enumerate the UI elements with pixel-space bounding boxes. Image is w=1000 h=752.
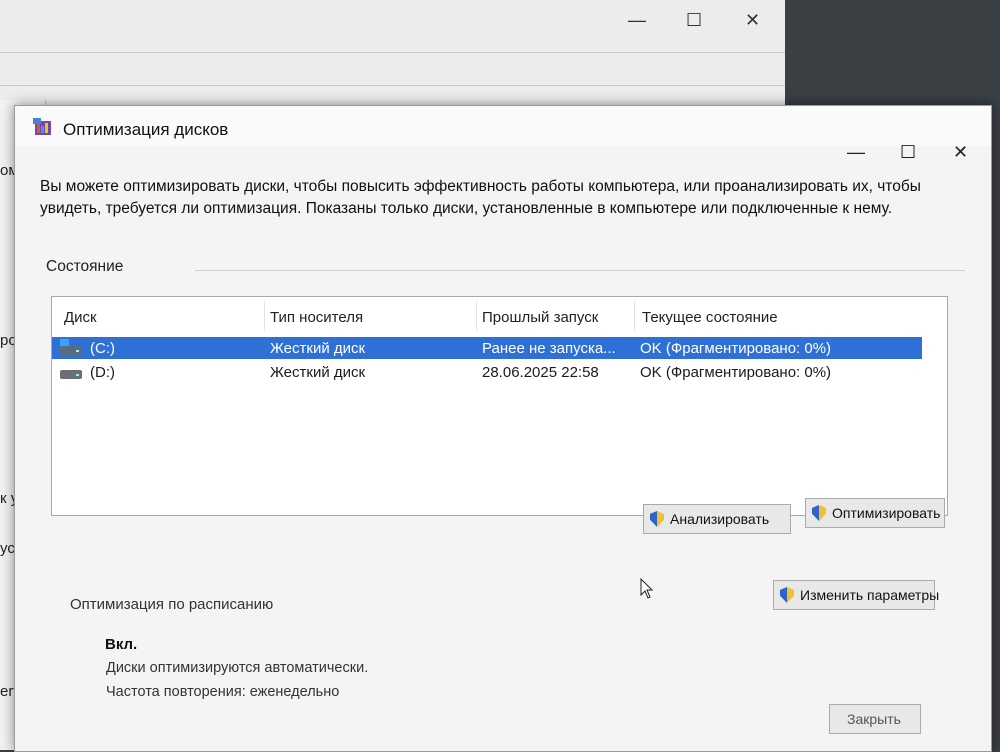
drive-row-c[interactable]: (C:) Жесткий диск Ранее не запуска... OK… [52,337,922,359]
column-separator[interactable] [634,301,635,331]
column-header-drive[interactable]: Диск [64,309,97,326]
drive-media-type: Жесткий диск [270,340,366,357]
dialog-titlebar: Оптимизация дисков [15,106,991,146]
background-minimize-button[interactable]: — [628,10,646,31]
schedule-frequency: Частота повторения: еженедельно [106,684,340,700]
dialog-title: Оптимизация дисков [63,120,229,139]
drive-last-run: Ранее не запуска... [482,340,616,357]
optimize-button-label: Оптимизировать [832,505,941,521]
schedule-status: Вкл. [105,636,138,653]
background-window-divider [0,85,785,86]
close-button[interactable]: Закрыть [829,704,921,734]
change-settings-button[interactable]: Изменить параметры [773,580,939,610]
close-button-label: Закрыть [847,711,901,727]
minimize-button[interactable]: — [847,142,865,163]
background-maximize-button[interactable]: ☐ [686,10,702,31]
defrag-app-icon [33,118,51,135]
optimize-drives-dialog: Оптимизация дисков — ☐ ✕ Вы можете оптим… [14,105,992,752]
drive-name: (C:) [90,340,115,357]
section-divider [195,270,965,271]
drive-last-run: 28.06.2025 22:58 [482,364,599,381]
background-close-button[interactable]: ✕ [745,10,760,31]
background-window-divider [0,52,785,53]
uac-shield-icon [650,511,664,527]
column-header-media-type[interactable]: Тип носителя [270,309,363,326]
change-settings-button-label: Изменить параметры [800,587,940,603]
drive-media-type: Жесткий диск [270,364,366,381]
maximize-button[interactable]: ☐ [900,142,916,163]
drive-status: OK (Фрагментировано: 0%) [640,364,832,381]
list-header: Диск Тип носителя Прошлый запуск Текущее… [52,297,947,331]
drive-status: OK (Фрагментировано: 0%) [640,340,832,357]
schedule-description: Диски оптимизируются автоматически. [106,660,369,676]
drives-list[interactable]: Диск Тип носителя Прошлый запуск Текущее… [51,296,948,516]
drive-name: (D:) [90,364,115,381]
optimize-button[interactable]: Оптимизировать [805,498,945,528]
column-separator[interactable] [476,301,477,331]
column-header-last-run[interactable]: Прошлый запуск [482,309,598,326]
dialog-description: Вы можете оптимизировать диски, чтобы по… [40,178,921,217]
column-header-current-status[interactable]: Текущее состояние [642,309,778,326]
analyze-button-label: Анализировать [670,511,770,527]
scheduled-optimization-label: Оптимизация по расписанию [70,596,274,613]
drive-row-d[interactable]: (D:) Жесткий диск 28.06.2025 22:58 OK (Ф… [52,361,922,383]
close-window-button[interactable]: ✕ [953,142,968,163]
column-separator[interactable] [264,301,265,331]
mouse-cursor-icon [640,578,654,599]
system-drive-icon [60,339,82,355]
uac-shield-icon [780,587,794,603]
status-section-label: Состояние [46,258,124,275]
uac-shield-icon [812,505,826,521]
analyze-button[interactable]: Анализировать [643,504,791,534]
drive-icon [60,366,82,379]
